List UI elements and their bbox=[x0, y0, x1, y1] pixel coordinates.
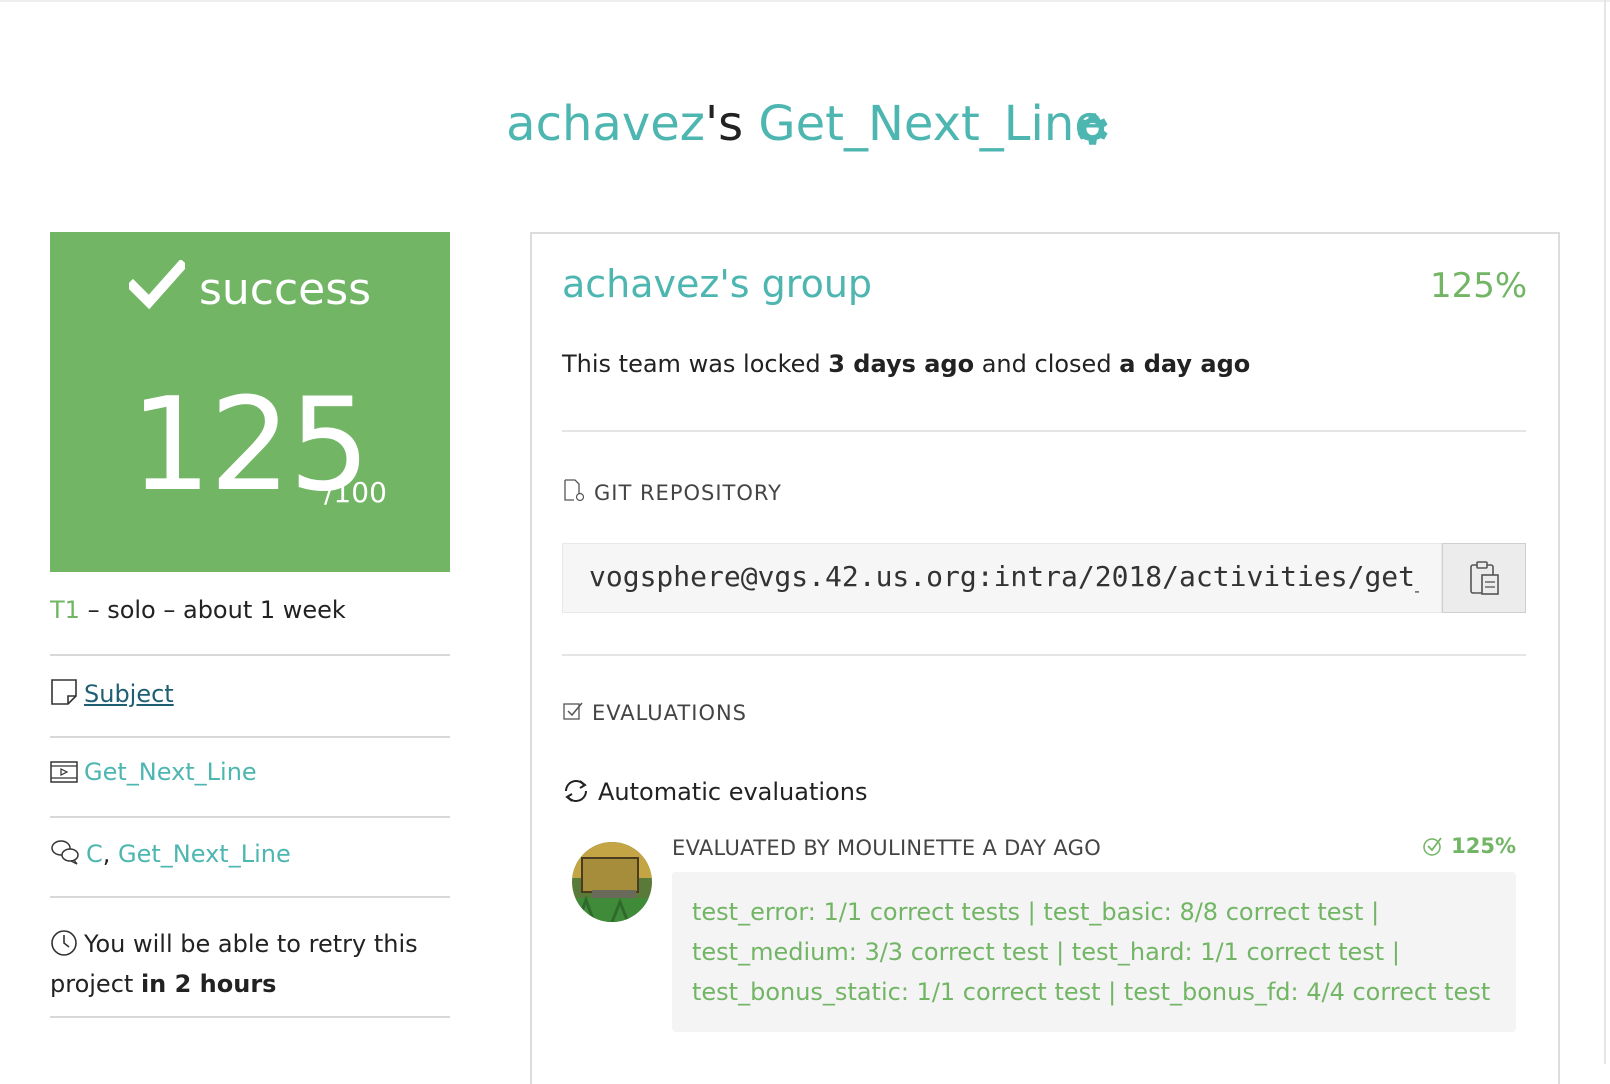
closed-when: a day ago bbox=[1119, 350, 1251, 378]
title-possessive: 's bbox=[704, 96, 744, 152]
forum-tag-c[interactable]: C bbox=[86, 840, 103, 868]
forum-item: C, Get_Next_Line bbox=[50, 838, 291, 868]
closed-prefix: and closed bbox=[974, 350, 1120, 378]
project-link[interactable]: Get_Next_Line bbox=[758, 96, 1103, 152]
evaluator-avatar[interactable] bbox=[572, 842, 652, 922]
git-repository-label: GIT REPOSITORY bbox=[594, 481, 782, 505]
refresh-icon bbox=[565, 780, 587, 802]
forum-tag-project[interactable]: Get_Next_Line bbox=[118, 840, 291, 868]
page-title: achavez's Get_Next_Line bbox=[0, 96, 1610, 152]
video-item: Get_Next_Line bbox=[50, 758, 257, 786]
meta-details: – solo – about 1 week bbox=[79, 596, 346, 624]
scrollbar-track[interactable] bbox=[1604, 0, 1606, 1064]
evaluation-details-box: test_error: 1/1 correct tests | test_bas… bbox=[672, 872, 1516, 1032]
git-repository-heading: GIT REPOSITORY bbox=[562, 478, 782, 505]
forum-separator: , bbox=[102, 840, 119, 868]
group-title[interactable]: achavez's group bbox=[562, 262, 872, 306]
divider bbox=[50, 816, 450, 818]
checkbox-icon bbox=[563, 702, 583, 720]
copy-repository-button[interactable] bbox=[1442, 543, 1526, 613]
locked-prefix: This team was locked bbox=[562, 350, 829, 378]
evaluations-label: EVALUATIONS bbox=[592, 701, 748, 725]
divider bbox=[50, 654, 450, 656]
retry-time: in 2 hours bbox=[140, 970, 277, 998]
top-border bbox=[0, 0, 1610, 2]
evaluation-details: test_error: 1/1 correct tests | test_bas… bbox=[692, 898, 1491, 1006]
clipboard-icon bbox=[1470, 561, 1499, 595]
document-icon bbox=[51, 679, 77, 705]
clock-icon bbox=[51, 930, 77, 956]
gear-icon[interactable] bbox=[1070, 108, 1112, 150]
status-label: success bbox=[50, 258, 450, 315]
evaluation-percent: 125% bbox=[1451, 834, 1516, 858]
evaluations-heading: EVALUATIONS bbox=[562, 700, 747, 725]
team-lock-status: This team was locked 3 days ago and clos… bbox=[562, 350, 1250, 378]
divider bbox=[562, 654, 1526, 656]
repository-url[interactable]: vogsphere@vgs.42.us.org:intra/2018/activ… bbox=[589, 560, 1419, 593]
tier-label: T1 bbox=[50, 596, 80, 624]
user-link[interactable]: achavez bbox=[506, 96, 705, 152]
score-card: success 125 /100 bbox=[50, 232, 450, 572]
automatic-evaluations-heading: Automatic evaluations bbox=[562, 778, 867, 806]
evaluated-by-label: EVALUATED BY MOULINETTE A DAY AGO bbox=[672, 836, 1102, 860]
chat-bubbles-icon bbox=[51, 840, 79, 865]
group-percent: 125% bbox=[1430, 266, 1528, 306]
divider bbox=[562, 430, 1526, 432]
subject-item: Subject bbox=[50, 678, 174, 708]
locked-when: 3 days ago bbox=[828, 350, 975, 378]
file-sync-icon bbox=[564, 479, 585, 502]
video-icon bbox=[50, 761, 78, 783]
check-badge-icon bbox=[1423, 837, 1442, 856]
divider bbox=[50, 896, 450, 898]
score-max: /100 bbox=[324, 476, 387, 509]
status-text: success bbox=[198, 264, 372, 315]
automatic-evaluations-label: Automatic evaluations bbox=[598, 778, 868, 806]
project-meta: T1 – solo – about 1 week bbox=[50, 596, 346, 624]
divider bbox=[50, 1016, 450, 1018]
video-link[interactable]: Get_Next_Line bbox=[84, 758, 257, 786]
evaluation-score: 125% bbox=[1400, 834, 1516, 858]
subject-link[interactable]: Subject bbox=[84, 680, 174, 708]
retry-notice: You will be able to retry this project i… bbox=[50, 924, 450, 1004]
repository-url-field[interactable]: vogsphere@vgs.42.us.org:intra/2018/activ… bbox=[562, 543, 1442, 613]
checkmark-icon bbox=[125, 258, 188, 310]
divider bbox=[50, 736, 450, 738]
